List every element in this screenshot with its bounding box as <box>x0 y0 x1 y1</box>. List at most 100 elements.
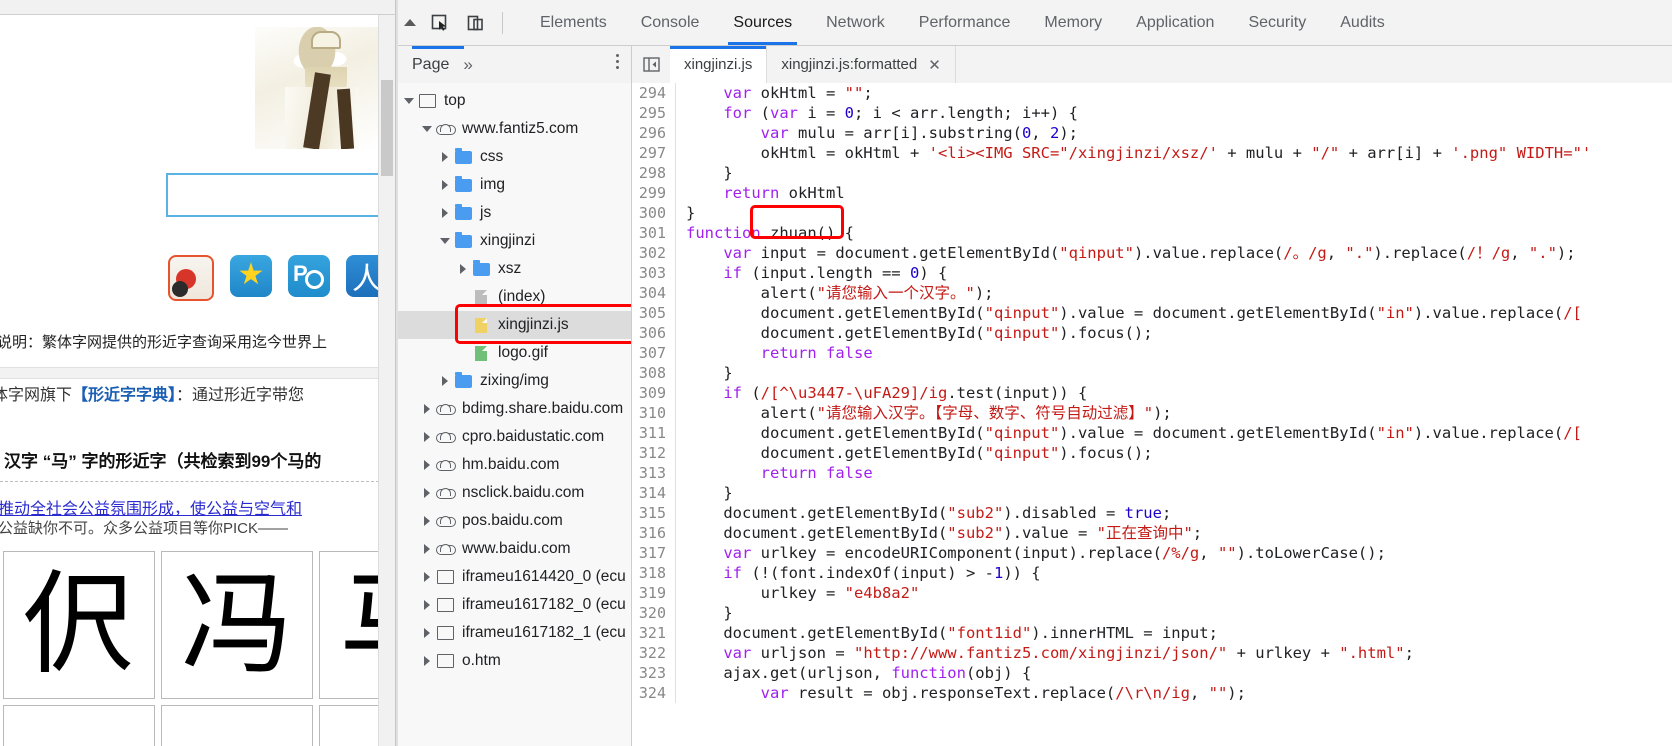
tree-item-xsz[interactable]: xsz <box>398 255 631 283</box>
code-line[interactable]: 323 ajax.get(urljson, function(obj) { <box>632 663 1672 683</box>
hanzi-cell[interactable] <box>3 705 155 746</box>
chevron-right-icon[interactable] <box>420 460 434 470</box>
code-line[interactable]: 300} <box>632 203 1672 223</box>
chevron-right-icon[interactable] <box>420 628 434 638</box>
chevron-right-icon[interactable] <box>420 600 434 610</box>
tab-application[interactable]: Application <box>1119 0 1231 45</box>
code-line[interactable]: 314 } <box>632 483 1672 503</box>
code-line[interactable]: 310 alert("请您输入汉字。【字母、数字、符号自动过滤】"); <box>632 403 1672 423</box>
ad-link[interactable]: 推动全社会公益氛围形成，使公益与空气和 <box>0 495 379 519</box>
tree-item-www-baidu-com[interactable]: www.baidu.com <box>398 535 631 563</box>
chevron-right-icon[interactable] <box>438 376 452 386</box>
tree-item-bdimg-share-baidu-com[interactable]: bdimg.share.baidu.com <box>398 395 631 423</box>
code-line[interactable]: 298 } <box>632 163 1672 183</box>
chevron-right-icon[interactable] <box>438 152 452 162</box>
code-line[interactable]: 295 for (var i = 0; i < arr.length; i++)… <box>632 103 1672 123</box>
code-line[interactable]: 321 document.getElementById("font1id").i… <box>632 623 1672 643</box>
code-line[interactable]: 315 document.getElementById("sub2").disa… <box>632 503 1672 523</box>
tab-elements[interactable]: Elements <box>523 0 624 45</box>
tree-item-iframeu1617182-0-ecu[interactable]: iframeu1617182_0 (ecu <box>398 591 631 619</box>
code-line[interactable]: 296 var mulu = arr[i].substring(0, 2); <box>632 123 1672 143</box>
hanzi-cell[interactable] <box>319 705 379 746</box>
code-line[interactable]: 302 var input = document.getElementById(… <box>632 243 1672 263</box>
code-line[interactable]: 322 var urljson = "http://www.fantiz5.co… <box>632 643 1672 663</box>
chevron-down-icon[interactable] <box>438 238 452 244</box>
favorites-star-icon[interactable] <box>230 255 272 297</box>
tab-audits[interactable]: Audits <box>1323 0 1401 45</box>
navigator-tab-page[interactable]: Page <box>412 56 449 74</box>
code-line[interactable]: 301 function zhuan() { <box>632 223 1672 243</box>
code-line[interactable]: 307 return false <box>632 343 1672 363</box>
tree-item-cpro-baidustatic-com[interactable]: cpro.baidustatic.com <box>398 423 631 451</box>
code-line[interactable]: 309 if (/[^\u3447-\uFA29]/ig.test(input)… <box>632 383 1672 403</box>
file-tab-xingjinzi-js[interactable]: xingjinzi.js <box>670 46 768 83</box>
close-icon[interactable]: ✕ <box>928 56 941 74</box>
tree-item-top[interactable]: top <box>398 87 631 115</box>
weibo-icon[interactable] <box>168 255 214 301</box>
chevron-right-icon[interactable] <box>420 432 434 442</box>
collapse-navigator-icon[interactable] <box>632 46 670 83</box>
tree-item-www-fantiz5-com[interactable]: www.fantiz5.com <box>398 115 631 143</box>
inspect-element-icon[interactable] <box>422 0 458 45</box>
tree-item-index[interactable]: (index) <box>398 283 631 311</box>
tree-item-iframeu1614420-0-ecu[interactable]: iframeu1614420_0 (ecu <box>398 563 631 591</box>
file-tab-xingjinzi-js-formatted[interactable]: xingjinzi.js:formatted ✕ <box>767 46 956 83</box>
page-vertical-scrollbar[interactable] <box>378 15 395 746</box>
tree-item-zixing-img[interactable]: zixing/img <box>398 367 631 395</box>
code-line[interactable]: 294 var okHtml = ""; <box>632 83 1672 103</box>
tab-console[interactable]: Console <box>624 0 717 45</box>
code-line[interactable]: 324 var result = obj.responseText.replac… <box>632 683 1672 703</box>
code-line[interactable]: 319 urlkey = "e4b8a2" <box>632 583 1672 603</box>
chevron-right-icon[interactable] <box>456 264 470 274</box>
code-line[interactable]: 318 if (!(font.indexOf(input) > -1)) { <box>632 563 1672 583</box>
chevron-right-icon[interactable] <box>420 656 434 666</box>
hanzi-search-input[interactable] <box>166 173 379 217</box>
ren-icon[interactable] <box>346 255 379 297</box>
code-line[interactable]: 311 document.getElementById("qinput").va… <box>632 423 1672 443</box>
chevron-right-icon[interactable] <box>438 180 452 190</box>
tab-network[interactable]: Network <box>809 0 902 45</box>
tree-item-hm-baidu-com[interactable]: hm.baidu.com <box>398 451 631 479</box>
chevron-right-icon[interactable] <box>420 516 434 526</box>
tree-item-js[interactable]: js <box>398 199 631 227</box>
tab-memory[interactable]: Memory <box>1027 0 1119 45</box>
hanzi-cell[interactable]: 马 <box>319 551 379 699</box>
tree-item-logo-gif[interactable]: logo.gif <box>398 339 631 367</box>
code-line[interactable]: 316 document.getElementById("sub2").valu… <box>632 523 1672 543</box>
code-line[interactable]: 306 document.getElementById("qinput").fo… <box>632 323 1672 343</box>
tree-item-pos-baidu-com[interactable]: pos.baidu.com <box>398 507 631 535</box>
tree-item-img[interactable]: img <box>398 171 631 199</box>
navigator-file-tree[interactable]: top www.fantiz5.com css img js xingjinzi xsz (i… <box>398 83 632 746</box>
tree-item-xingjinzi[interactable]: xingjinzi <box>398 227 631 255</box>
source-code-editor[interactable]: 294 var okHtml = ""; 295 for (var i = 0; … <box>632 83 1672 746</box>
chevron-right-icon[interactable] <box>420 572 434 582</box>
navigator-options-kebab-icon[interactable] <box>616 54 619 72</box>
dictionary-subtitle-link[interactable]: 【形近字字典】 <box>72 387 176 404</box>
hanzi-cell[interactable] <box>161 705 313 746</box>
baidu-tieba-icon[interactable] <box>288 255 330 297</box>
chevron-right-icon[interactable] <box>438 208 452 218</box>
chevron-down-icon[interactable] <box>402 98 416 104</box>
chevron-right-icon[interactable] <box>420 488 434 498</box>
code-line[interactable]: 303 if (input.length == 0) { <box>632 263 1672 283</box>
page-scrollbar-thumb[interactable] <box>381 80 393 176</box>
device-toolbar-icon[interactable] <box>458 0 494 45</box>
tree-item-css[interactable]: css <box>398 143 631 171</box>
hanzi-cell[interactable]: 伬 <box>3 551 155 699</box>
tree-item-nsclick-baidu-com[interactable]: nsclick.baidu.com <box>398 479 631 507</box>
hanzi-cell[interactable]: 冯 <box>161 551 313 699</box>
code-line[interactable]: 304 alert("请您输入一个汉字。"); <box>632 283 1672 303</box>
chevron-right-icon[interactable] <box>420 404 434 414</box>
code-line[interactable]: 317 var urlkey = encodeURIComponent(inpu… <box>632 543 1672 563</box>
chevron-down-icon[interactable] <box>420 126 434 132</box>
tree-item-xingjinzi-js[interactable]: xingjinzi.js <box>398 311 631 339</box>
code-line[interactable]: 312 document.getElementById("qinput").fo… <box>632 443 1672 463</box>
code-line[interactable]: 305 document.getElementById("qinput").va… <box>632 303 1672 323</box>
scroll-up-arrow-icon[interactable] <box>398 0 422 45</box>
tab-performance[interactable]: Performance <box>902 0 1028 45</box>
code-line[interactable]: 313 return false <box>632 463 1672 483</box>
code-line[interactable]: 320 } <box>632 603 1672 623</box>
code-line[interactable]: 297 okHtml = okHtml + '<li><IMG SRC="/xi… <box>632 143 1672 163</box>
tree-item-iframeu1617182-1-ecu[interactable]: iframeu1617182_1 (ecu <box>398 619 631 647</box>
tree-item-o-htm[interactable]: o.htm <box>398 647 631 675</box>
